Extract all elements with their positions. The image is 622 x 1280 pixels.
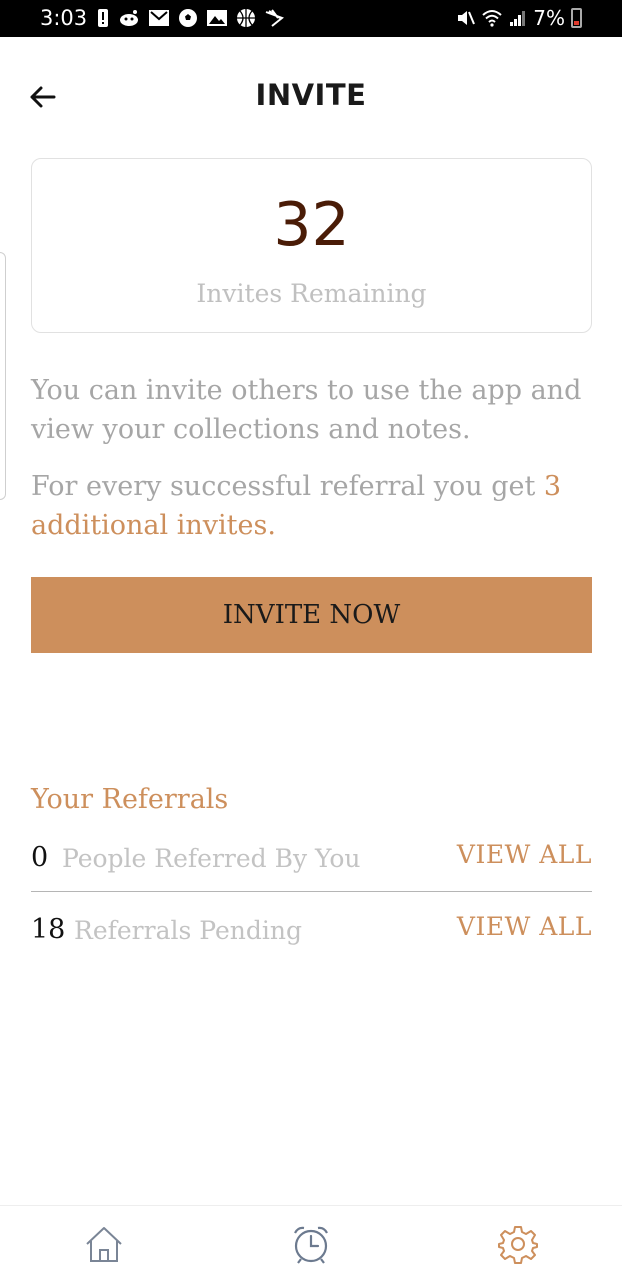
gmail-icon [149,10,169,26]
side-drawer-handle[interactable] [0,252,6,500]
referral-reward-text: For every successful referral you get [31,471,544,502]
referred-count: 0 [31,842,49,873]
invites-remaining-label: Invites Remaining [196,279,427,308]
referral-reward-description: For every successful referral you get 3 … [31,467,592,545]
mute-icon [458,11,476,25]
status-right: 7% [455,6,582,30]
status-bar: 3:03 7% [0,0,622,37]
pending-label: Referrals Pending [74,916,302,945]
wifi-icon [482,10,502,27]
basketball-icon [237,9,255,27]
pending-count: 18 [31,914,66,945]
status-time: 3:03 [40,6,88,30]
sprint-icon [265,9,284,27]
alarm-clock-icon [294,1226,328,1264]
battery-icon [571,8,582,28]
referral-row-pending: 18 Referrals Pending VIEW ALL [31,904,592,960]
page-title: INVITE [255,78,367,112]
reddit-icon [120,10,138,26]
invite-now-button[interactable]: INVITE NOW [31,577,592,653]
alert-icon [98,9,108,27]
soccer-icon [179,9,197,27]
referred-label: People Referred By You [62,844,361,873]
notification-icons [96,6,284,30]
nav-home[interactable] [84,1224,124,1264]
bottom-navigation [0,1205,622,1280]
invites-card: 32 Invites Remaining [31,158,592,333]
home-icon [86,1227,122,1262]
gallery-icon [207,10,227,26]
nav-reminders[interactable] [291,1224,331,1264]
invite-description: You can invite others to use the app and… [31,375,582,445]
invites-remaining-count: 32 [273,190,350,260]
gear-icon [498,1226,538,1264]
signal-icon [510,11,526,26]
referrals-section-title: Your Referrals [31,784,229,815]
battery-percent: 7% [533,6,565,30]
view-all-referred-button[interactable]: VIEW ALL [457,840,592,869]
nav-settings[interactable] [498,1224,538,1264]
referral-row-referred: 0 People Referred By You VIEW ALL [31,832,592,892]
view-all-pending-button[interactable]: VIEW ALL [457,912,592,941]
